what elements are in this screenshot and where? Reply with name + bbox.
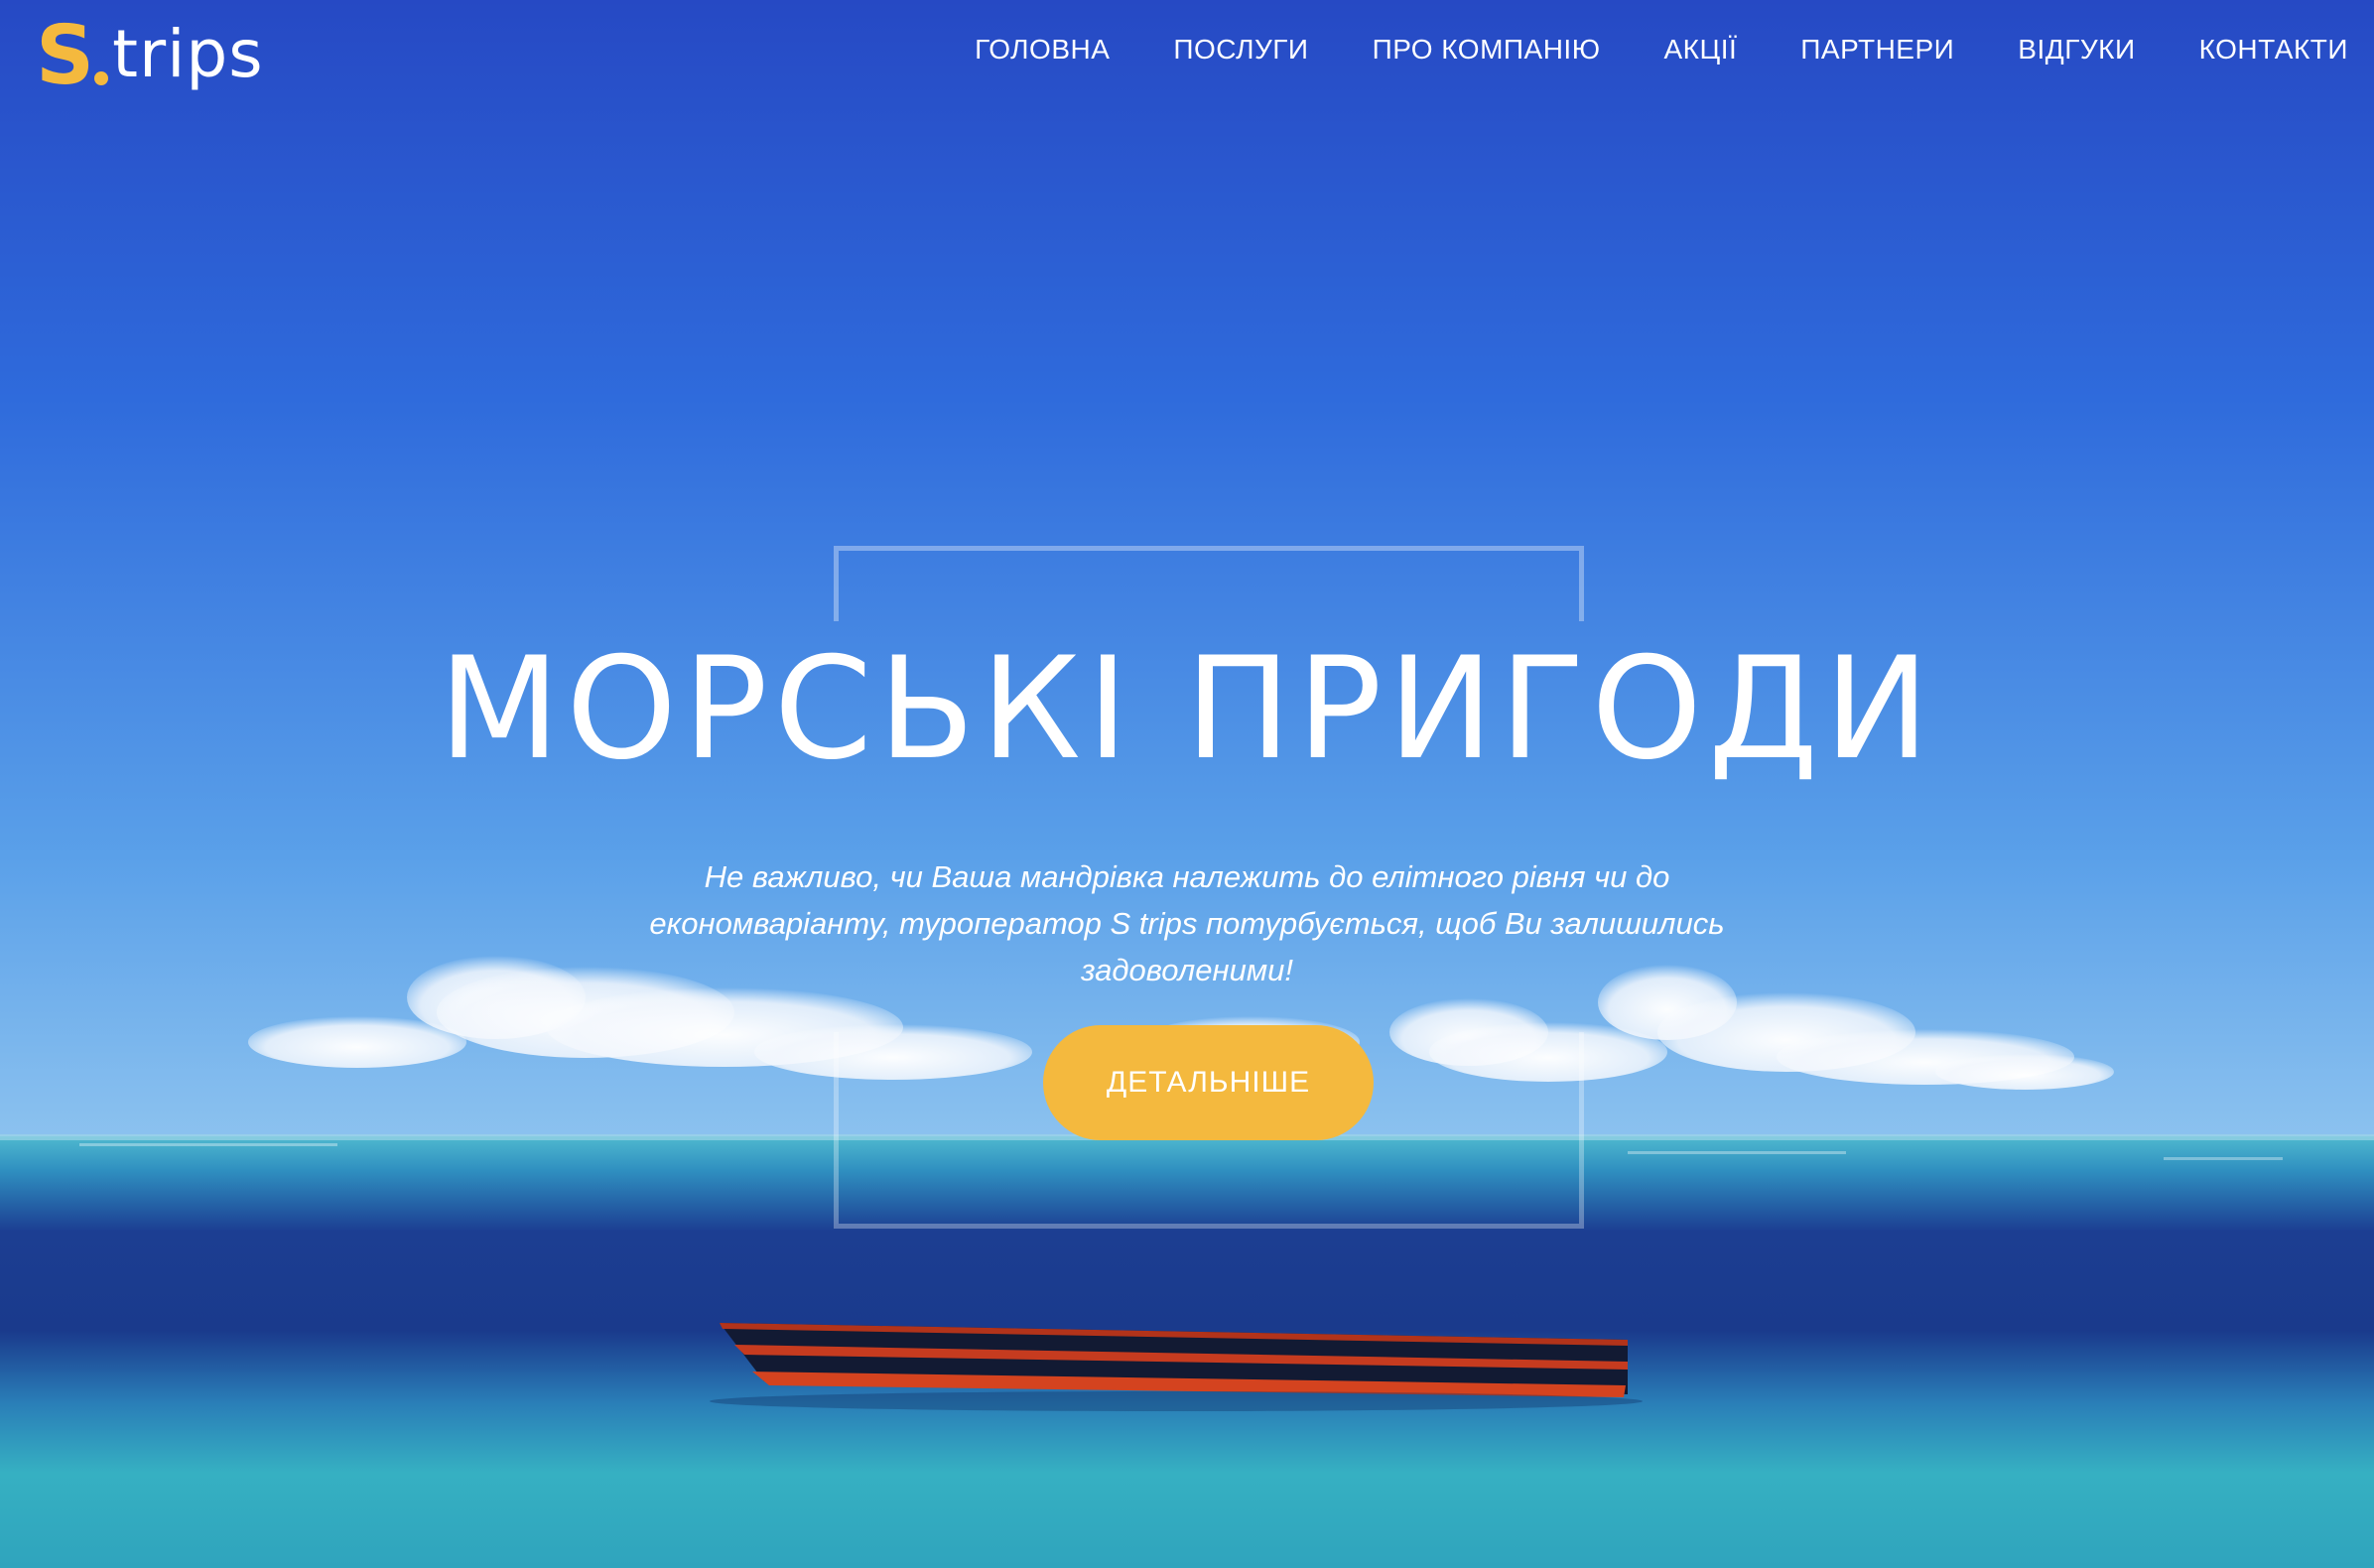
- nav-item-home[interactable]: ГОЛОВНА: [975, 30, 1110, 69]
- nav-item-services[interactable]: ПОСЛУГИ: [1173, 30, 1308, 69]
- hero-title: МОРСЬКІ ПРИГОДИ: [438, 627, 1936, 791]
- brand-logo[interactable]: S trips: [36, 6, 264, 97]
- nav-item-partners[interactable]: ПАРТНЕРИ: [1800, 30, 1954, 69]
- hero-subtitle-line: задоволеними!: [1081, 953, 1293, 987]
- hero-frame-top: [834, 546, 1584, 621]
- hero-subtitle-line: Не важливо, чи Ваша мандрівка належить д…: [704, 859, 1670, 894]
- nav-item-contacts[interactable]: КОНТАКТИ: [2199, 30, 2348, 69]
- logo-dot-icon: [94, 71, 109, 85]
- logo-word: trips: [112, 16, 264, 92]
- logo-letter: S: [36, 9, 94, 103]
- site-header: S trips ГОЛОВНА ПОСЛУГИ ПРО КОМПАНІЮ АКЦ…: [0, 0, 2374, 109]
- nav-item-promotions[interactable]: АКЦІЇ: [1664, 30, 1738, 69]
- hero-subtitle: Не важливо, чи Ваша мандрівка належить д…: [641, 853, 1733, 993]
- main-nav: ГОЛОВНА ПОСЛУГИ ПРО КОМПАНІЮ АКЦІЇ ПАРТН…: [911, 30, 2348, 69]
- nav-item-about[interactable]: ПРО КОМПАНІЮ: [1373, 30, 1601, 69]
- nav-item-reviews[interactable]: ВІДГУКИ: [2018, 30, 2135, 69]
- hero-section: S trips ГОЛОВНА ПОСЛУГИ ПРО КОМПАНІЮ АКЦ…: [0, 0, 2374, 1568]
- details-button[interactable]: ДЕТАЛЬНІШЕ: [1043, 1025, 1374, 1140]
- hero-subtitle-line: економваріанту, туроператор S trips поту…: [649, 906, 1725, 941]
